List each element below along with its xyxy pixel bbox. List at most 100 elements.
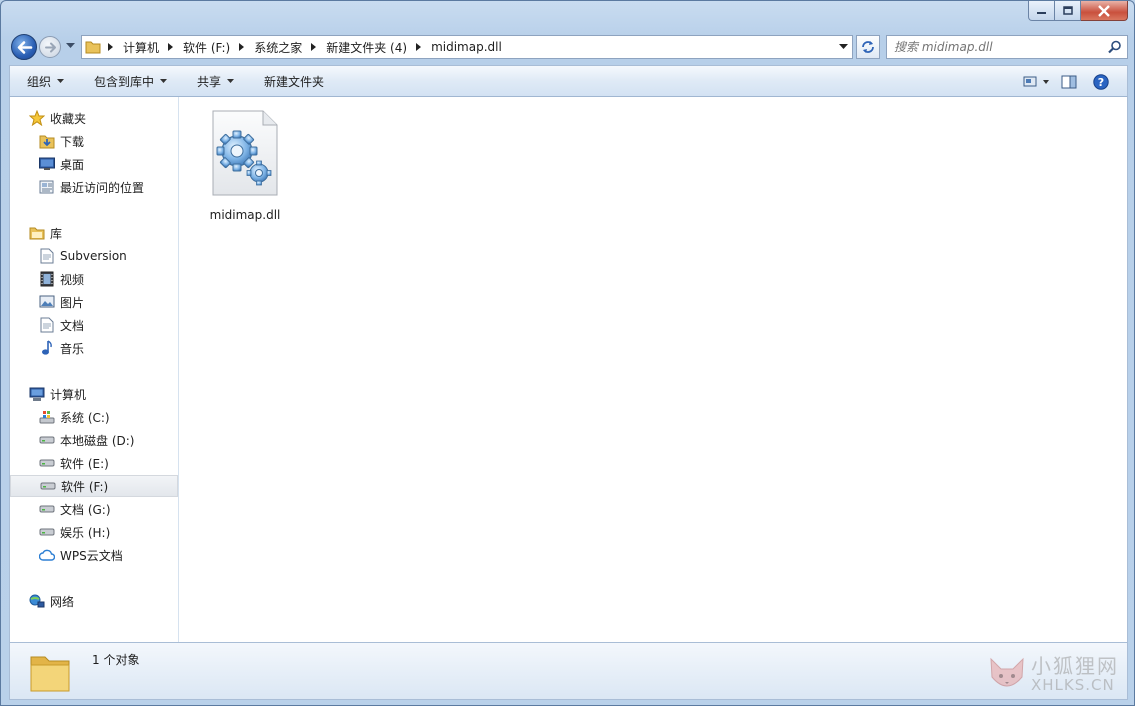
star-icon	[28, 110, 46, 126]
breadcrumb-separator[interactable]	[164, 36, 178, 58]
hard-drive-icon	[38, 524, 56, 540]
sidebar-item-wps-cloud[interactable]: WPS云文档	[10, 544, 178, 566]
sidebar-computer[interactable]: 计算机	[10, 383, 178, 405]
fox-logo-icon	[990, 657, 1024, 687]
address-dropdown-icon[interactable]	[839, 44, 848, 50]
sidebar-item-drive-h[interactable]: 娱乐 (H:)	[10, 521, 178, 543]
search-icon[interactable]	[1108, 40, 1122, 54]
new-folder-button[interactable]: 新建文件夹	[246, 66, 336, 96]
sidebar-item-label: 娱乐 (H:)	[60, 525, 111, 540]
breadcrumb-computer[interactable]: 计算机	[118, 36, 164, 58]
breadcrumb-separator[interactable]	[307, 36, 321, 58]
change-view-button[interactable]	[1021, 72, 1053, 92]
recent-places-icon	[38, 179, 56, 195]
sidebar-item-desktop[interactable]: 桌面	[10, 153, 178, 175]
minimize-icon	[1037, 12, 1046, 14]
breadcrumb-new-folder-4[interactable]: 新建文件夹 (4)	[321, 36, 412, 58]
close-button[interactable]	[1081, 1, 1128, 21]
documents-icon	[38, 317, 56, 333]
new-folder-label: 新建文件夹	[264, 74, 325, 89]
system-drive-icon	[38, 409, 56, 425]
sidebar-item-drive-e[interactable]: 软件 (E:)	[10, 452, 178, 474]
dll-gear-icon	[212, 110, 278, 196]
folder-icon	[30, 656, 70, 692]
watermark-domain: XHLKS.CN	[1031, 675, 1115, 694]
music-icon	[38, 340, 56, 356]
include-in-library-menu[interactable]: 包含到库中	[76, 66, 179, 96]
breadcrumb-midimap[interactable]: midimap.dll	[426, 36, 507, 58]
sidebar-item-recent-places[interactable]: 最近访问的位置	[10, 176, 178, 198]
include-in-library-label: 包含到库中	[94, 74, 155, 89]
sidebar-item-label: 下载	[60, 134, 85, 149]
sidebar-libraries[interactable]: 库	[10, 222, 178, 244]
sidebar-item-label: 桌面	[60, 157, 85, 172]
organize-menu[interactable]: 组织	[10, 66, 76, 96]
address-bar[interactable]: 计算机 软件 (F:) 系统之家 新建文件夹 (4) midimap.dll	[81, 35, 853, 59]
sidebar-item-label: 软件 (E:)	[60, 456, 109, 471]
hard-drive-icon	[39, 478, 57, 494]
sidebar-item-label: 本地磁盘 (D:)	[60, 433, 135, 448]
sidebar-item-label: 图片	[60, 295, 85, 310]
file-name: midimap.dll	[209, 208, 281, 222]
sidebar-item-drive-c[interactable]: 系统 (C:)	[10, 406, 178, 428]
sidebar-item-pictures[interactable]: 图片	[10, 291, 178, 313]
sidebar-item-drive-g[interactable]: 文档 (G:)	[10, 498, 178, 520]
sidebar-item-label: 视频	[60, 272, 85, 287]
sidebar-item-subversion[interactable]: Subversion	[10, 245, 178, 267]
minimize-button[interactable]	[1028, 1, 1055, 21]
sidebar-item-label: Subversion	[60, 249, 127, 263]
refresh-button[interactable]	[856, 35, 880, 59]
breadcrumb-separator[interactable]	[104, 36, 118, 58]
sidebar-item-videos[interactable]: 视频	[10, 268, 178, 290]
breadcrumb-drive-f[interactable]: 软件 (F:)	[178, 36, 235, 58]
pictures-icon	[38, 294, 56, 310]
breadcrumb-xitongzhijia[interactable]: 系统之家	[249, 36, 307, 58]
sidebar-item-label: 文档 (G:)	[60, 502, 111, 517]
sidebar-item-label: 系统 (C:)	[60, 410, 110, 425]
sidebar-network-label: 网络	[50, 594, 75, 609]
sidebar-item-drive-d[interactable]: 本地磁盘 (D:)	[10, 429, 178, 451]
navigation-bar: 计算机 软件 (F:) 系统之家 新建文件夹 (4) midimap.dll	[9, 32, 1128, 62]
help-icon: ?	[1093, 74, 1109, 90]
chevron-down-icon	[57, 79, 65, 83]
sidebar-favorites[interactable]: 收藏夹	[10, 107, 178, 129]
search-input[interactable]	[894, 40, 1104, 54]
breadcrumb-separator[interactable]	[235, 36, 249, 58]
sidebar-item-label: 软件 (F:)	[61, 479, 109, 494]
sidebar-network[interactable]: 网络	[10, 590, 178, 612]
watermark-title: 小狐狸网	[1031, 653, 1119, 678]
recent-pages-dropdown-icon[interactable]	[66, 43, 75, 49]
file-item[interactable]: midimap.dll	[205, 107, 285, 222]
desktop-icon	[38, 156, 56, 172]
main-content: 收藏夹 下载 桌面 最近访问的位置 库 Subversion 视频 图片 文档 …	[9, 97, 1128, 642]
sidebar-item-label: 文档	[60, 318, 85, 333]
explorer-window: 计算机 软件 (F:) 系统之家 新建文件夹 (4) midimap.dll 搜…	[0, 0, 1135, 706]
share-menu[interactable]: 共享	[179, 66, 246, 96]
hard-drive-icon	[38, 455, 56, 471]
organize-label: 组织	[27, 74, 52, 89]
preview-pane-icon	[1061, 75, 1077, 89]
navigation-pane: 收藏夹 下载 桌面 最近访问的位置 库 Subversion 视频 图片 文档 …	[10, 97, 179, 642]
preview-pane-button[interactable]	[1053, 72, 1085, 92]
sidebar-item-music[interactable]: 音乐	[10, 337, 178, 359]
sidebar-item-documents[interactable]: 文档	[10, 314, 178, 336]
back-arrow-icon	[17, 41, 33, 54]
watermark: 小狐狸网 XHLKS.CN	[987, 655, 1119, 694]
cloud-icon	[38, 547, 56, 563]
breadcrumb-separator[interactable]	[412, 36, 426, 58]
sidebar-item-downloads[interactable]: 下载	[10, 130, 178, 152]
maximize-button[interactable]	[1055, 1, 1081, 21]
sidebar-item-drive-f[interactable]: 软件 (F:)	[10, 475, 178, 497]
hard-drive-icon	[38, 432, 56, 448]
network-icon	[28, 593, 46, 609]
help-button[interactable]: ?	[1085, 72, 1117, 92]
view-icon	[1023, 76, 1049, 87]
sidebar-item-label: WPS云文档	[60, 548, 123, 563]
sidebar-computer-label: 计算机	[50, 387, 87, 402]
back-button[interactable]	[11, 34, 37, 60]
chevron-down-icon	[227, 79, 235, 83]
chevron-down-icon	[160, 79, 168, 83]
sidebar-item-label: 音乐	[60, 341, 85, 356]
search-box[interactable]	[886, 35, 1128, 59]
forward-button[interactable]	[39, 36, 61, 58]
